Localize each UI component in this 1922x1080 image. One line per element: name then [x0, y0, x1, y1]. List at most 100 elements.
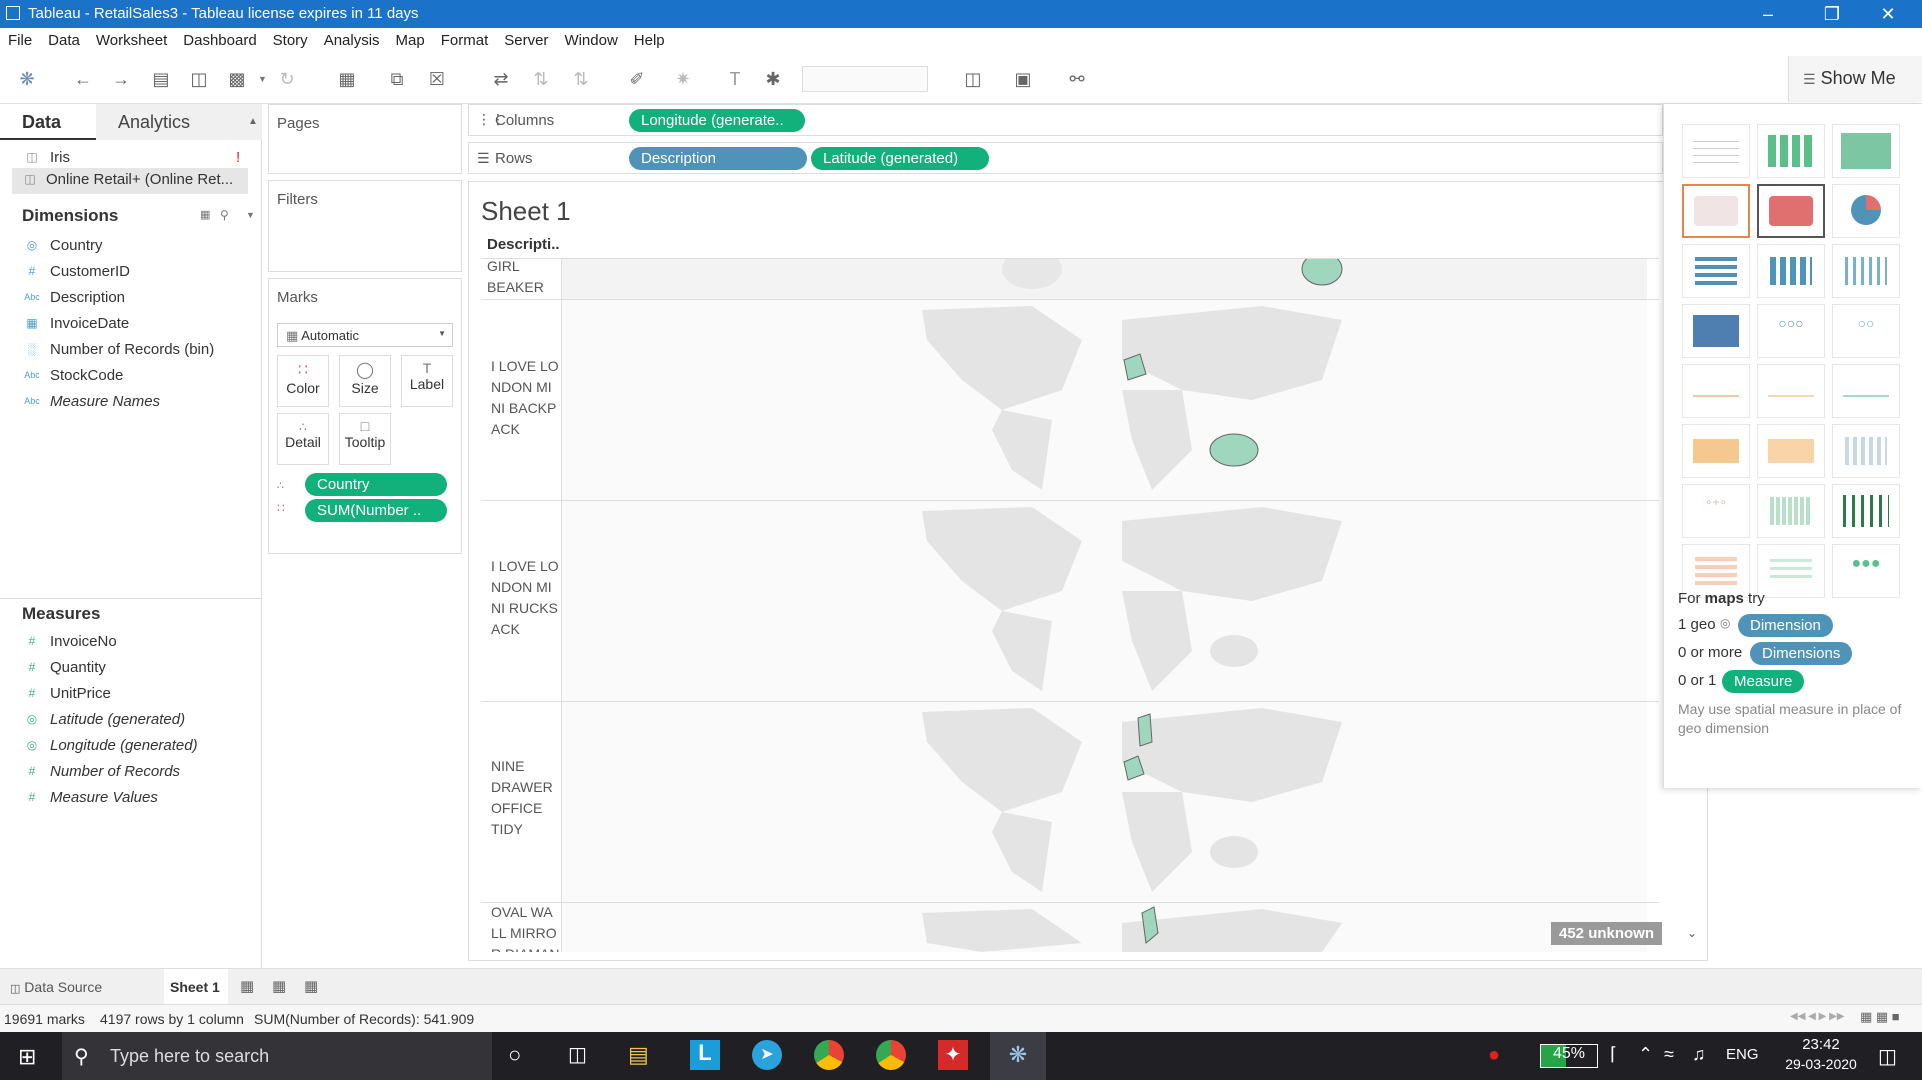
dimensions-menu-icon[interactable]: ▼	[246, 210, 255, 220]
dropdown-arrow-icon[interactable]: ▼	[258, 74, 267, 84]
refresh-icon[interactable]: ↻	[276, 68, 298, 90]
menu-dashboard[interactable]: Dashboard	[175, 28, 264, 49]
redo-icon[interactable]: →	[110, 68, 132, 90]
menu-data[interactable]: Data	[40, 28, 88, 49]
field-unitprice[interactable]: # UnitPrice	[0, 682, 262, 708]
field-customerid[interactable]: # CustomerID	[0, 260, 262, 286]
app-l-icon[interactable]: L	[690, 1040, 720, 1070]
field-longitude[interactable]: ◎ Longitude (generated)	[0, 734, 262, 760]
battery-indicator[interactable]: 45%	[1540, 1044, 1598, 1068]
detail-button[interactable]: ∴ Detail	[277, 413, 329, 465]
chart-type-filled-map[interactable]	[1757, 184, 1825, 238]
minimize-button[interactable]: –	[1746, 2, 1790, 26]
chart-type-histogram[interactable]	[1757, 484, 1825, 538]
field-latitude[interactable]: ◎ Latitude (generated)	[0, 708, 262, 734]
windows-start-icon[interactable]: ⊞	[18, 1044, 36, 1070]
rows-shelf[interactable]: ☰ Rows Description Latitude (generated)	[468, 142, 1663, 174]
file-explorer-icon[interactable]: ▤	[628, 1042, 649, 1068]
chart-type-dual-combination[interactable]	[1832, 424, 1900, 478]
map-panel[interactable]	[562, 249, 1647, 299]
chrome-icon[interactable]	[814, 1040, 844, 1070]
pages-card[interactable]: Pages	[268, 104, 462, 174]
chart-type-symbol-map[interactable]	[1682, 184, 1750, 238]
telegram-icon[interactable]: ➤	[752, 1040, 782, 1070]
close-button[interactable]: ✕	[1866, 2, 1910, 26]
duplicate-sheet-icon[interactable]: ⧉	[386, 68, 408, 90]
tableau-logo-icon[interactable]: ❋	[16, 68, 38, 90]
new-story-icon[interactable]: ▦	[304, 977, 318, 995]
group-icon[interactable]: ✷	[672, 68, 694, 90]
datasource-online-retail[interactable]: ◫ Online Retail+ (Online Ret...	[12, 168, 248, 194]
tab-navigation-icon[interactable]: ◀◀ ◀ ▶ ▶▶	[1790, 1011, 1844, 1022]
chart-type-packed-bubbles[interactable]: ●●●	[1832, 544, 1900, 598]
map-panel[interactable]	[562, 702, 1647, 902]
clock-date[interactable]: 29-03-2020	[1776, 1056, 1866, 1072]
tab-analytics[interactable]: Analytics	[96, 104, 262, 140]
new-worksheet-icon[interactable]: ▦	[336, 68, 358, 90]
share-icon[interactable]: ⚯	[1066, 68, 1088, 90]
notifications-icon[interactable]: ◫	[1878, 1044, 1897, 1069]
acrobat-icon[interactable]: ✦	[938, 1040, 968, 1070]
clear-sheet-icon[interactable]: ☒	[426, 68, 448, 90]
undo-icon[interactable]: ←	[72, 68, 94, 90]
menu-analysis[interactable]: Analysis	[316, 28, 388, 49]
mark-type-dropdown[interactable]: ▦ Automatic ▼	[277, 323, 453, 347]
map-panel[interactable]	[562, 903, 1647, 952]
columns-shelf[interactable]: ⋮⋮ Columns Longitude (generate..	[468, 104, 1663, 136]
chart-type-box-whisker[interactable]	[1832, 484, 1900, 538]
scroll-down-icon[interactable]: ⌄	[1687, 926, 1697, 940]
sort-ascending-icon[interactable]: ⇅	[530, 68, 552, 90]
field-number-of-records-bin[interactable]: ░ Number of Records (bin)	[0, 338, 262, 364]
label-button[interactable]: T Label	[401, 355, 453, 407]
field-measure-names[interactable]: Abc Measure Names	[0, 390, 262, 416]
power-plug-icon[interactable]: ⌈	[1610, 1044, 1617, 1065]
chart-type-dual-lines[interactable]	[1832, 364, 1900, 418]
size-button[interactable]: ◯ Size	[339, 355, 391, 407]
chart-type-area-continuous[interactable]	[1682, 424, 1750, 478]
pin-icon[interactable]: ✱	[762, 68, 784, 90]
presentation-mode-icon[interactable]: ▣	[1012, 68, 1034, 90]
show-labels-icon[interactable]: T	[724, 68, 746, 90]
save-icon[interactable]: ▤	[150, 68, 172, 90]
chart-type-side-by-side-bars[interactable]	[1832, 244, 1900, 298]
marks-pill-sum-records[interactable]: SUM(Number ..	[305, 499, 447, 522]
filters-card[interactable]: Filters	[268, 180, 462, 272]
menu-file[interactable]: File	[0, 28, 40, 49]
chart-type-highlight-table[interactable]	[1832, 124, 1900, 178]
menu-server[interactable]: Server	[496, 28, 556, 49]
new-dashboard-icon[interactable]: ▦	[272, 977, 286, 995]
chart-type-horizontal-bars[interactable]	[1682, 244, 1750, 298]
new-worksheet-icon[interactable]: ▦	[240, 977, 254, 995]
swap-icon[interactable]: ⇄	[490, 68, 512, 90]
field-measure-values[interactable]: # Measure Values	[0, 786, 262, 812]
rows-pill-description[interactable]: Description	[629, 147, 807, 170]
view-toggle-icon[interactable]: ▦	[200, 208, 210, 221]
language-indicator[interactable]: ENG	[1726, 1046, 1759, 1063]
fit-dropdown[interactable]	[802, 66, 928, 92]
menu-help[interactable]: Help	[626, 28, 673, 49]
menu-map[interactable]: Map	[388, 28, 433, 49]
highlight-icon[interactable]: ✐	[626, 68, 648, 90]
search-icon[interactable]: ⚲	[220, 208, 229, 222]
menu-story[interactable]: Story	[265, 28, 316, 49]
tab-data-source[interactable]: ◫ Data Source	[10, 979, 102, 995]
field-description[interactable]: Abc Description	[0, 286, 262, 312]
fit-width-icon[interactable]: ◫	[962, 68, 984, 90]
chart-type-lines-discrete[interactable]	[1757, 364, 1825, 418]
tableau-taskbar-button[interactable]: ❋	[990, 1032, 1046, 1080]
field-country[interactable]: ◎ Country	[0, 234, 262, 260]
tab-data[interactable]: Data	[0, 104, 96, 140]
restore-button[interactable]: ❐	[1810, 2, 1854, 26]
taskbar-search-box[interactable]: ⚲ Type here to search	[62, 1032, 492, 1080]
unknown-badge[interactable]: 452 unknown	[1551, 922, 1663, 945]
menu-worksheet[interactable]: Worksheet	[88, 28, 175, 49]
chevron-up-icon[interactable]: ⌃	[1638, 1044, 1653, 1065]
columns-pill-longitude[interactable]: Longitude (generate..	[629, 109, 805, 132]
chart-type-area-discrete[interactable]	[1757, 424, 1825, 478]
volume-icon[interactable]: ♫	[1692, 1044, 1706, 1065]
chart-type-heat-map[interactable]	[1757, 124, 1825, 178]
new-datasource-icon[interactable]: ◫	[188, 68, 210, 90]
chart-type-lines-continuous[interactable]	[1682, 364, 1750, 418]
chart-type-circle-views[interactable]: ○○○	[1757, 304, 1825, 358]
chart-type-pie[interactable]	[1832, 184, 1900, 238]
